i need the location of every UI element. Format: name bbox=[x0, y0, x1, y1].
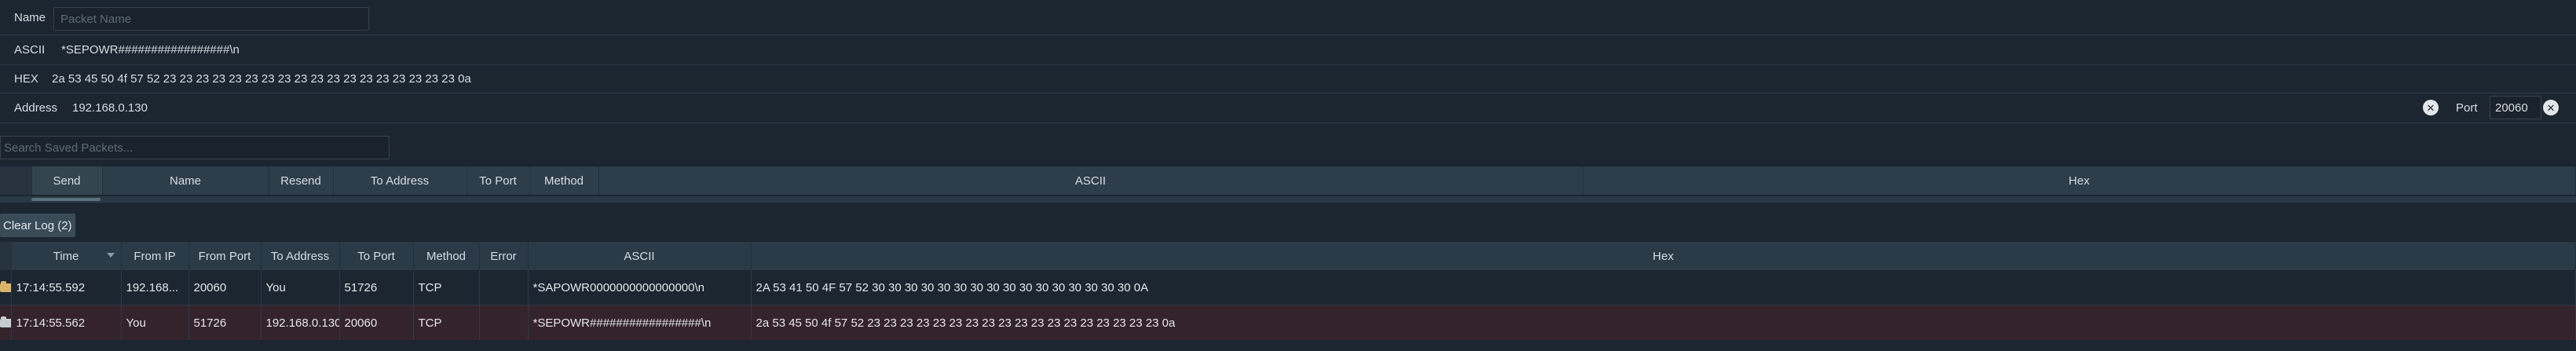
log-col-to-address[interactable]: To Address bbox=[261, 242, 340, 270]
saved-col-hex[interactable]: Hex bbox=[1583, 166, 2576, 195]
packet-name-placeholder: Packet Name bbox=[60, 12, 132, 26]
saved-col-to-port[interactable]: To Port bbox=[467, 166, 530, 195]
log-time: 17:14:55.562 bbox=[11, 305, 122, 340]
port-value: 20060 bbox=[2495, 101, 2528, 115]
ascii-input[interactable]: *SEPOWR#################\n bbox=[61, 43, 240, 57]
log-from-port: 51726 bbox=[188, 305, 262, 340]
log-hex: 2A 53 41 50 4F 57 52 30 30 30 30 30 30 3… bbox=[751, 270, 2576, 305]
name-row: Name Packet Name bbox=[0, 0, 2576, 35]
log-error bbox=[479, 305, 529, 340]
address-input[interactable]: 192.168.0.130 bbox=[72, 101, 148, 115]
name-label: Name bbox=[14, 10, 46, 24]
table-row[interactable]: 17:14:55.562 You 51726 192.168.0.130 200… bbox=[0, 305, 2576, 340]
saved-col-name[interactable]: Name bbox=[102, 166, 269, 195]
ascii-label: ASCII bbox=[14, 42, 46, 57]
packet-log-table: Time From IP From Port To Address To Por… bbox=[0, 242, 2576, 340]
saved-packets-table: Send Name Resend To Address To Port Meth… bbox=[0, 166, 2576, 195]
log-to-address: 192.168.0.130 bbox=[261, 305, 340, 340]
log-from-port: 20060 bbox=[188, 270, 262, 305]
port-clear-icon[interactable]: ✕ bbox=[2543, 100, 2559, 115]
hex-input[interactable]: 2a 53 45 50 4f 57 52 23 23 23 23 23 23 2… bbox=[52, 72, 471, 86]
search-saved-packets-placeholder: Search Saved Packets... bbox=[4, 141, 134, 155]
saved-col-select[interactable] bbox=[0, 166, 32, 195]
log-from-ip: 192.168... bbox=[121, 270, 189, 305]
table-row[interactable]: 17:14:55.592 192.168... 20060 You 51726 … bbox=[0, 270, 2576, 305]
saved-col-resend[interactable]: Resend bbox=[269, 166, 334, 195]
port-input[interactable]: 20060 bbox=[2490, 96, 2541, 119]
log-col-to-port[interactable]: To Port bbox=[339, 242, 414, 270]
saved-col-to-address[interactable]: To Address bbox=[333, 166, 467, 195]
log-ascii: *SEPOWR#################\n bbox=[528, 305, 752, 340]
packet-name-input[interactable]: Packet Name bbox=[53, 7, 369, 31]
folder-closed-icon bbox=[0, 305, 12, 340]
log-col-icon bbox=[0, 242, 12, 270]
saved-col-ascii[interactable]: ASCII bbox=[598, 166, 1583, 195]
log-col-hex[interactable]: Hex bbox=[751, 242, 2576, 270]
saved-col-method[interactable]: Method bbox=[529, 166, 599, 195]
log-col-from-port[interactable]: From Port bbox=[188, 242, 262, 270]
address-clear-icon[interactable]: ✕ bbox=[2423, 100, 2439, 115]
port-label: Port bbox=[2456, 101, 2478, 115]
log-time: 17:14:55.592 bbox=[11, 270, 122, 305]
address-label: Address bbox=[14, 101, 58, 115]
log-ascii: *SAPOWR0000000000000000\n bbox=[528, 270, 752, 305]
log-from-ip: You bbox=[121, 305, 189, 340]
saved-table-scroll-thumb[interactable] bbox=[31, 198, 101, 201]
clear-log-label: Clear Log (2) bbox=[3, 218, 72, 232]
log-col-from-ip[interactable]: From IP bbox=[121, 242, 189, 270]
log-method: TCP bbox=[413, 270, 480, 305]
saved-table-scrollbar[interactable] bbox=[0, 196, 2576, 203]
log-method: TCP bbox=[413, 305, 480, 340]
ascii-row: ASCII *SEPOWR#################\n bbox=[0, 35, 2576, 65]
hex-row: HEX 2a 53 45 50 4f 57 52 23 23 23 23 23 … bbox=[0, 64, 2576, 93]
folder-open-icon bbox=[0, 270, 12, 305]
log-error bbox=[479, 270, 529, 305]
log-to-address: You bbox=[261, 270, 340, 305]
saved-col-send[interactable]: Send bbox=[31, 166, 103, 195]
hex-label: HEX bbox=[14, 71, 38, 86]
search-saved-packets-input[interactable]: Search Saved Packets... bbox=[0, 136, 390, 159]
clear-log-button[interactable]: Clear Log (2) bbox=[0, 214, 75, 237]
log-to-port: 51726 bbox=[339, 270, 414, 305]
log-col-error[interactable]: Error bbox=[479, 242, 529, 270]
address-row: Address 192.168.0.130 ✕ Port 20060 ✕ bbox=[0, 93, 2576, 123]
log-col-method[interactable]: Method bbox=[413, 242, 480, 270]
log-hex: 2a 53 45 50 4f 57 52 23 23 23 23 23 23 2… bbox=[751, 305, 2576, 340]
sort-descending-icon[interactable] bbox=[106, 253, 115, 258]
log-to-port: 20060 bbox=[339, 305, 414, 340]
log-col-time[interactable]: Time bbox=[11, 242, 122, 270]
sent-folder-icon bbox=[0, 316, 10, 328]
log-col-ascii[interactable]: ASCII bbox=[528, 242, 752, 270]
received-folder-icon bbox=[0, 281, 10, 293]
